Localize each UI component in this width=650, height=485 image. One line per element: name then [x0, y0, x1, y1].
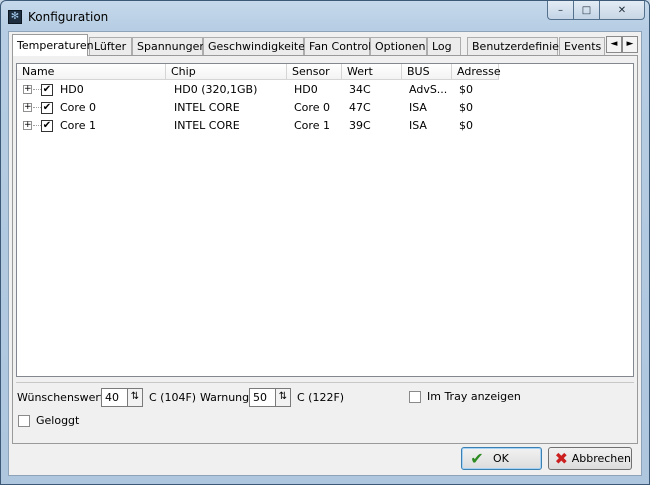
- cell-chip: INTEL CORE: [174, 119, 240, 132]
- close-button[interactable]: ✕: [599, 1, 645, 20]
- checkmark-icon: ✔: [470, 449, 484, 468]
- cell-sensor: Core 0: [294, 101, 330, 114]
- column-header-adresse[interactable]: Adresse: [452, 64, 501, 80]
- logged-checkbox[interactable]: [18, 415, 30, 427]
- window-controls: – □ ✕: [547, 1, 645, 21]
- dialog-client: Temperaturen Lüfter Spannungen Geschwind…: [8, 31, 642, 476]
- wunschwert-spinner[interactable]: 40 ⇅: [101, 388, 143, 407]
- cell-wert: 47C: [349, 101, 371, 114]
- tab-scroll-left-button[interactable]: ◄: [606, 36, 622, 53]
- cancel-button[interactable]: ✖ Abbrechen: [548, 447, 632, 470]
- tab-luefter[interactable]: Lüfter: [89, 37, 132, 56]
- cell-sensor: Core 1: [294, 119, 330, 132]
- tab-fan-control[interactable]: Fan Control: [304, 37, 371, 56]
- table-row[interactable]: + ✔ Core 0 INTEL CORE Core 0 47C ISA $0: [17, 99, 633, 117]
- table-row[interactable]: + ✔ Core 1 INTEL CORE Core 1 39C ISA $0: [17, 117, 633, 135]
- column-header-bus[interactable]: BUS: [402, 64, 452, 80]
- tab-spannungen[interactable]: Spannungen: [132, 37, 206, 56]
- wunschwert-label: Wünschenswert: [17, 391, 105, 404]
- tab-benutzerdefiniert[interactable]: Benutzerdefiniert: [467, 37, 568, 56]
- cell-chip: INTEL CORE: [174, 101, 240, 114]
- column-header-wert[interactable]: Wert: [342, 64, 402, 80]
- spin-updown-icon[interactable]: ⇅: [127, 389, 142, 406]
- app-fan-icon: ✻: [8, 10, 22, 24]
- spin-updown-icon[interactable]: ⇅: [275, 389, 290, 406]
- warnung-value[interactable]: 50: [253, 391, 267, 404]
- tab-optionen[interactable]: Optionen: [370, 37, 427, 56]
- ok-button[interactable]: ✔ OK: [461, 447, 542, 470]
- list-header: Name Chip Sensor Wert BUS Adresse: [17, 64, 633, 81]
- expand-plus-icon[interactable]: +: [23, 121, 32, 130]
- config-window: ✻ Konfiguration – □ ✕ Temperaturen Lüfte…: [0, 0, 650, 485]
- tab-events[interactable]: Events: [559, 37, 605, 56]
- tab-temperaturen[interactable]: Temperaturen: [12, 34, 94, 56]
- tab-log[interactable]: Log: [427, 37, 461, 56]
- cell-adresse: $0: [459, 101, 473, 114]
- sensor-list[interactable]: Name Chip Sensor Wert BUS Adresse + ✔ HD…: [16, 63, 634, 377]
- window-title: Konfiguration: [28, 10, 109, 24]
- cell-wert: 34C: [349, 83, 371, 96]
- cancel-label: Abbrechen: [571, 452, 631, 465]
- title-bar[interactable]: ✻ Konfiguration – □ ✕: [1, 1, 649, 31]
- tab-scroll-right-button[interactable]: ►: [622, 36, 638, 53]
- tray-label: Im Tray anzeigen: [427, 390, 521, 403]
- column-header-name[interactable]: Name: [17, 64, 166, 80]
- cell-name: Core 1: [60, 119, 96, 132]
- warnung-label: Warnung: [200, 391, 250, 404]
- warnung-unit: C (122F): [297, 391, 345, 404]
- column-header-sensor[interactable]: Sensor: [287, 64, 342, 80]
- column-header-chip[interactable]: Chip: [166, 64, 287, 80]
- cell-name: Core 0: [60, 101, 96, 114]
- panel-separator: [16, 382, 634, 383]
- cell-adresse: $0: [459, 119, 473, 132]
- cell-chip: HD0 (320,1GB): [174, 83, 258, 96]
- tab-strip: Temperaturen Lüfter Spannungen Geschwind…: [12, 34, 640, 56]
- table-row[interactable]: + ✔ HD0 HD0 (320,1GB) HD0 34C AdvS... $0: [17, 81, 633, 99]
- maximize-button[interactable]: □: [573, 1, 599, 20]
- tray-checkbox[interactable]: [409, 391, 421, 403]
- row-checkbox[interactable]: ✔: [41, 120, 53, 132]
- logged-label: Geloggt: [36, 414, 80, 427]
- cell-adresse: $0: [459, 83, 473, 96]
- cell-bus: ISA: [409, 101, 427, 114]
- cell-sensor: HD0: [294, 83, 318, 96]
- temperaturen-panel: Name Chip Sensor Wert BUS Adresse + ✔ HD…: [12, 55, 638, 444]
- row-checkbox[interactable]: ✔: [41, 102, 53, 114]
- cell-name: HD0: [60, 83, 84, 96]
- cell-bus: ISA: [409, 119, 427, 132]
- expand-plus-icon[interactable]: +: [23, 85, 32, 94]
- tab-geschwindigkeiten[interactable]: Geschwindigkeiten: [203, 37, 312, 56]
- wunschwert-value[interactable]: 40: [105, 391, 119, 404]
- ok-label: OK: [493, 452, 509, 465]
- minimize-button[interactable]: –: [547, 1, 573, 20]
- wunschwert-unit: C (104F): [149, 391, 197, 404]
- expand-plus-icon[interactable]: +: [23, 103, 32, 112]
- row-checkbox[interactable]: ✔: [41, 84, 53, 96]
- cell-wert: 39C: [349, 119, 371, 132]
- warnung-spinner[interactable]: 50 ⇅: [249, 388, 291, 407]
- cross-icon: ✖: [554, 449, 569, 468]
- cell-bus: AdvS...: [409, 83, 448, 96]
